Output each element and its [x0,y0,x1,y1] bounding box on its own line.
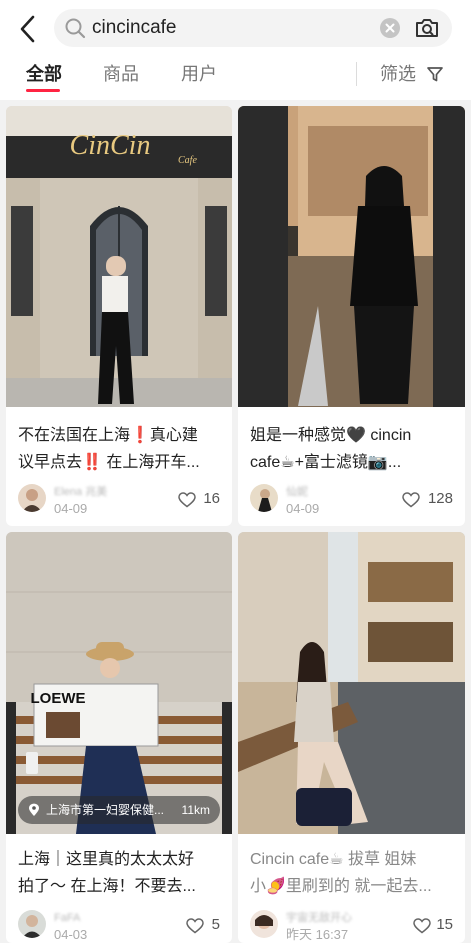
like-count: 16 [203,490,220,507]
avatar[interactable] [18,910,46,938]
like-count: 128 [427,490,453,507]
avatar[interactable] [250,910,278,938]
search-icon [64,17,86,39]
note-photo: CinCin Cafe [6,106,232,407]
location-tag[interactable]: 上海市第一妇婴保健... 11km [18,796,220,824]
tab-divider [356,62,357,86]
note-title: Cincin cafe☕ 拔草 姐妹 小🍠里刷到的 就一起去... [250,851,432,895]
post-date: 昨天 16:37 [286,927,349,942]
clear-icon[interactable] [380,18,400,38]
note-card[interactable]: LOEWE 上海市第一妇婴保健... 11km 上海｜这里真的太太太好 拍了～ … [6,532,232,943]
top-bar: cincincafe 全部 商品 用户 筛选 [0,0,471,100]
filter-button[interactable]: 筛选 [380,62,416,86]
camera-icon[interactable] [414,16,440,40]
heart-icon[interactable] [413,918,431,934]
search-bar[interactable]: cincincafe [54,9,452,47]
post-date: 04-09 [286,501,320,516]
location-pin-icon [27,803,41,817]
note-title: 不在法国在上海❗真心建 议早点去‼️ 在上海开车... [18,427,200,471]
tab-products[interactable]: 商品 [103,62,139,86]
author-name[interactable]: 宇宙无敌开心 [286,911,352,925]
note-title: 姐是一种感觉🖤 cincin cafe☕+富士滤镜📷... [250,427,412,471]
author-name[interactable]: Elena 兆美 [54,485,107,499]
note-photo: LOEWE 上海市第一妇婴保健... 11km [6,532,232,834]
note-card[interactable]: Cincin cafe☕ 拔草 姐妹 小🍠里刷到的 就一起去... 宇宙无敌开心… [238,532,465,943]
note-photo [238,106,465,407]
heart-icon[interactable] [186,918,204,934]
like-count: 15 [436,916,453,933]
cafe-sign-small-text: Cafe [178,155,197,166]
like-count: 5 [211,916,220,933]
back-arrow-icon[interactable] [14,12,44,46]
tab-bar: 全部 商品 用户 筛选 [0,58,471,98]
note-photo [238,532,465,834]
author-name[interactable]: FaFA [54,911,80,925]
location-name: 上海市第一妇婴保健... [46,803,165,817]
tab-users[interactable]: 用户 [181,62,217,86]
location-distance: 11km [181,803,210,817]
avatar[interactable] [18,484,46,512]
author-name[interactable]: 仙妮 [286,485,308,499]
note-title: 上海｜这里真的太太太好 拍了～ 在上海！不要去... [18,851,196,895]
filter-icon[interactable] [426,65,444,83]
post-date: 04-09 [54,501,88,516]
active-tab-indicator [26,89,60,92]
note-card[interactable]: CinCin Cafe 不在法国在上海❗真心建 议早点去‼️ 在上海开车... … [6,106,232,526]
heart-icon[interactable] [402,492,420,508]
cafe-sign-text: CinCin [70,130,151,161]
heart-icon[interactable] [178,492,196,508]
avatar[interactable] [250,484,278,512]
note-card[interactable]: 姐是一种感觉🖤 cincin cafe☕+富士滤镜📷... 仙妮 04-09 1… [238,106,465,526]
tab-all[interactable]: 全部 [26,62,62,86]
post-date: 04-03 [54,927,88,942]
newspaper-masthead: LOEWE [31,690,86,707]
search-query[interactable]: cincincafe [92,17,177,39]
